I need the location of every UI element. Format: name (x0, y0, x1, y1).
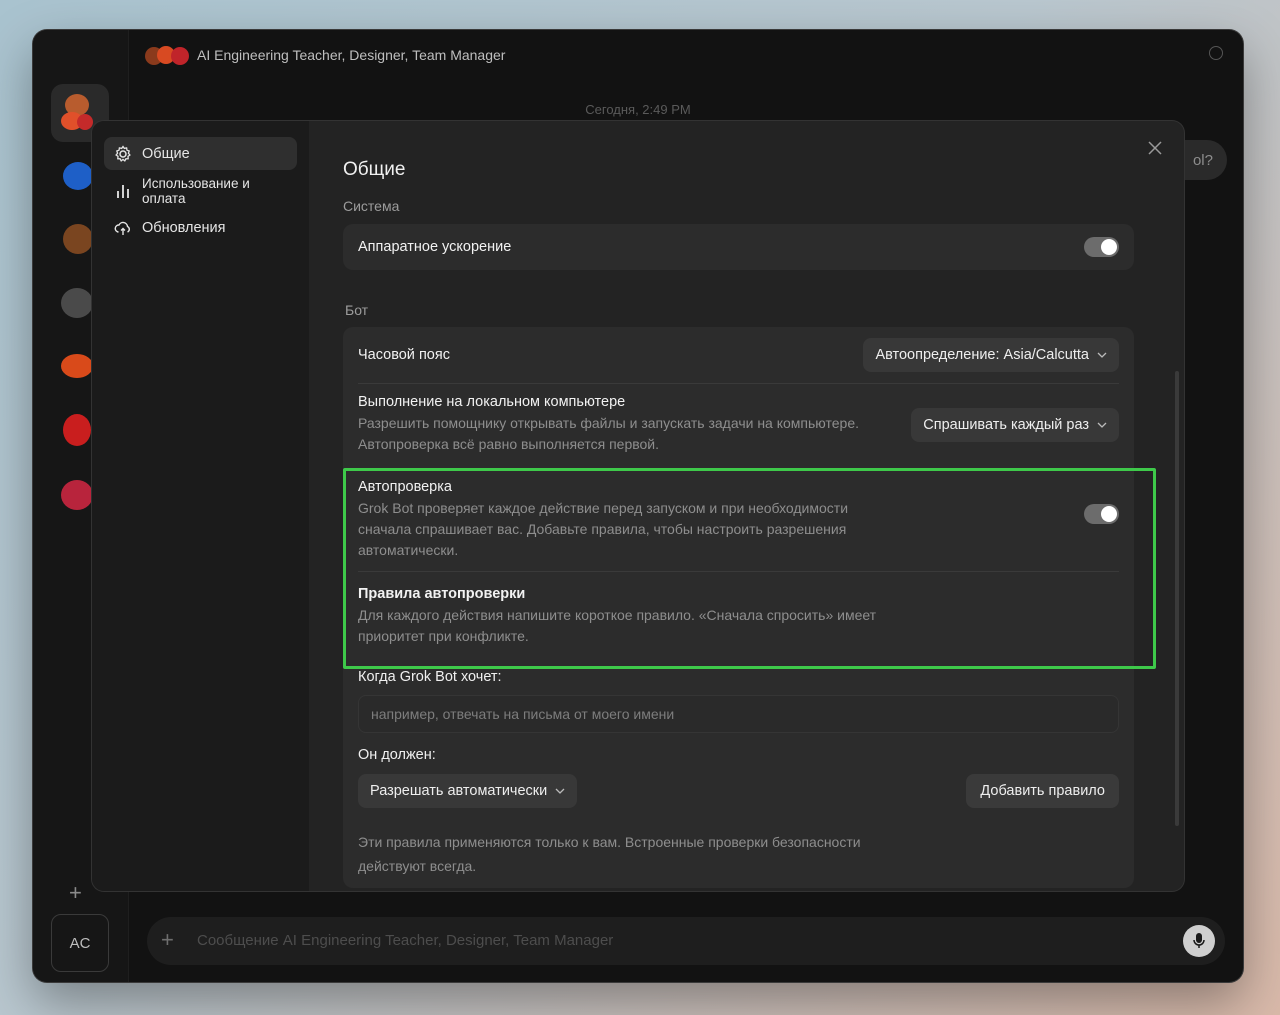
when-label: Когда Grok Bot хочет: (358, 669, 502, 685)
rules-desc: Для каждого действия напишите короткое п… (358, 607, 877, 644)
local-exec-row: Выполнение на локальном компьютере Разре… (343, 384, 1134, 465)
microphone-icon (1193, 933, 1205, 948)
nav-item-general[interactable]: Общие (104, 137, 297, 170)
timezone-value: Автоопределение: Asia/Calcutta (875, 347, 1089, 363)
bot-logo-icon (145, 44, 193, 66)
microphone-button[interactable] (1183, 925, 1215, 957)
settings-modal: Общие Использование и оплата Обновления (92, 121, 1184, 891)
settings-content: Общие Система Аппаратное ускорение Бот Ч… (309, 121, 1184, 891)
autocheck-toggle[interactable] (1084, 504, 1119, 524)
page-title: Общие (343, 159, 406, 180)
attach-plus-icon[interactable]: + (161, 927, 174, 953)
chevron-down-icon (1097, 352, 1107, 358)
hw-accel-toggle[interactable] (1084, 237, 1119, 257)
bot-card: Часовой пояс Автоопределение: Asia/Calcu… (343, 327, 1134, 888)
section-label-bot: Бот (345, 302, 369, 318)
autocheck-label: Автопроверка (358, 479, 452, 495)
hw-accel-label: Аппаратное ускорение (358, 239, 512, 255)
when-input[interactable]: например, отвечать на письма от моего им… (358, 695, 1119, 733)
window-title: AI Engineering Teacher, Designer, Team M… (197, 47, 506, 63)
timezone-row: Часовой пояс Автоопределение: Asia/Calcu… (343, 327, 1134, 383)
chevron-down-icon (1097, 422, 1107, 428)
should-value: Разрешать автоматически (370, 783, 548, 799)
timezone-select[interactable]: Автоопределение: Asia/Calcutta (863, 338, 1119, 372)
window-menu-icon[interactable] (1209, 46, 1223, 60)
user-avatar-button[interactable]: AC (51, 914, 109, 972)
add-bot-icon[interactable]: + (69, 880, 82, 906)
section-label-system: Система (343, 198, 400, 214)
local-exec-desc: Разрешить помощнику открывать файлы и за… (358, 415, 859, 452)
rules-label: Правила автопроверки (358, 586, 526, 602)
add-rule-button[interactable]: Добавить правило (966, 774, 1119, 808)
rules-footnote: Эти правила применяются только к вам. Вс… (358, 834, 861, 874)
message-input[interactable]: Сообщение AI Engineering Teacher, Design… (197, 932, 613, 949)
cloud-sync-icon (114, 221, 130, 235)
chevron-down-icon (555, 788, 565, 794)
titlebar: AI Engineering Teacher, Designer, Team M… (129, 30, 1243, 80)
close-icon (1148, 141, 1162, 155)
local-exec-value: Спрашивать каждый раз (923, 416, 1089, 433)
local-exec-label: Выполнение на локальном компьютере (358, 394, 626, 410)
autocheck-row: Автопроверка Grok Bot проверяет каждое д… (343, 465, 1134, 571)
local-exec-select[interactable]: Спрашивать каждый раз (911, 407, 1119, 442)
hw-accel-row: Аппаратное ускорение (343, 224, 1134, 270)
system-card: Аппаратное ускорение (343, 224, 1134, 270)
scrollbar[interactable] (1175, 371, 1179, 826)
rules-row: Правила автопроверки Для каждого действи… (343, 572, 1134, 659)
message-composer[interactable]: + Сообщение AI Engineering Teacher, Desi… (147, 917, 1225, 965)
autocheck-desc: Grok Bot проверяет каждое действие перед… (358, 500, 849, 558)
close-modal-button[interactable] (1148, 141, 1162, 160)
timezone-label: Часовой пояс (358, 347, 450, 363)
should-row: Разрешать автоматически Добавить правило (343, 774, 1134, 808)
should-select[interactable]: Разрешать автоматически (358, 774, 578, 808)
nav-label: Обновления (142, 219, 226, 236)
gear-icon (115, 144, 131, 162)
should-label: Он должен: (358, 747, 436, 763)
settings-nav: Общие Использование и оплата Обновления (92, 121, 309, 891)
bar-chart-icon (117, 184, 129, 198)
nav-item-usage[interactable]: Использование и оплата (104, 174, 297, 207)
nav-label: Общие (142, 145, 190, 162)
nav-item-updates[interactable]: Обновления (104, 211, 297, 244)
nav-label: Использование и оплата (142, 175, 250, 206)
chat-date-label: Сегодня, 2:49 PM (585, 102, 691, 117)
